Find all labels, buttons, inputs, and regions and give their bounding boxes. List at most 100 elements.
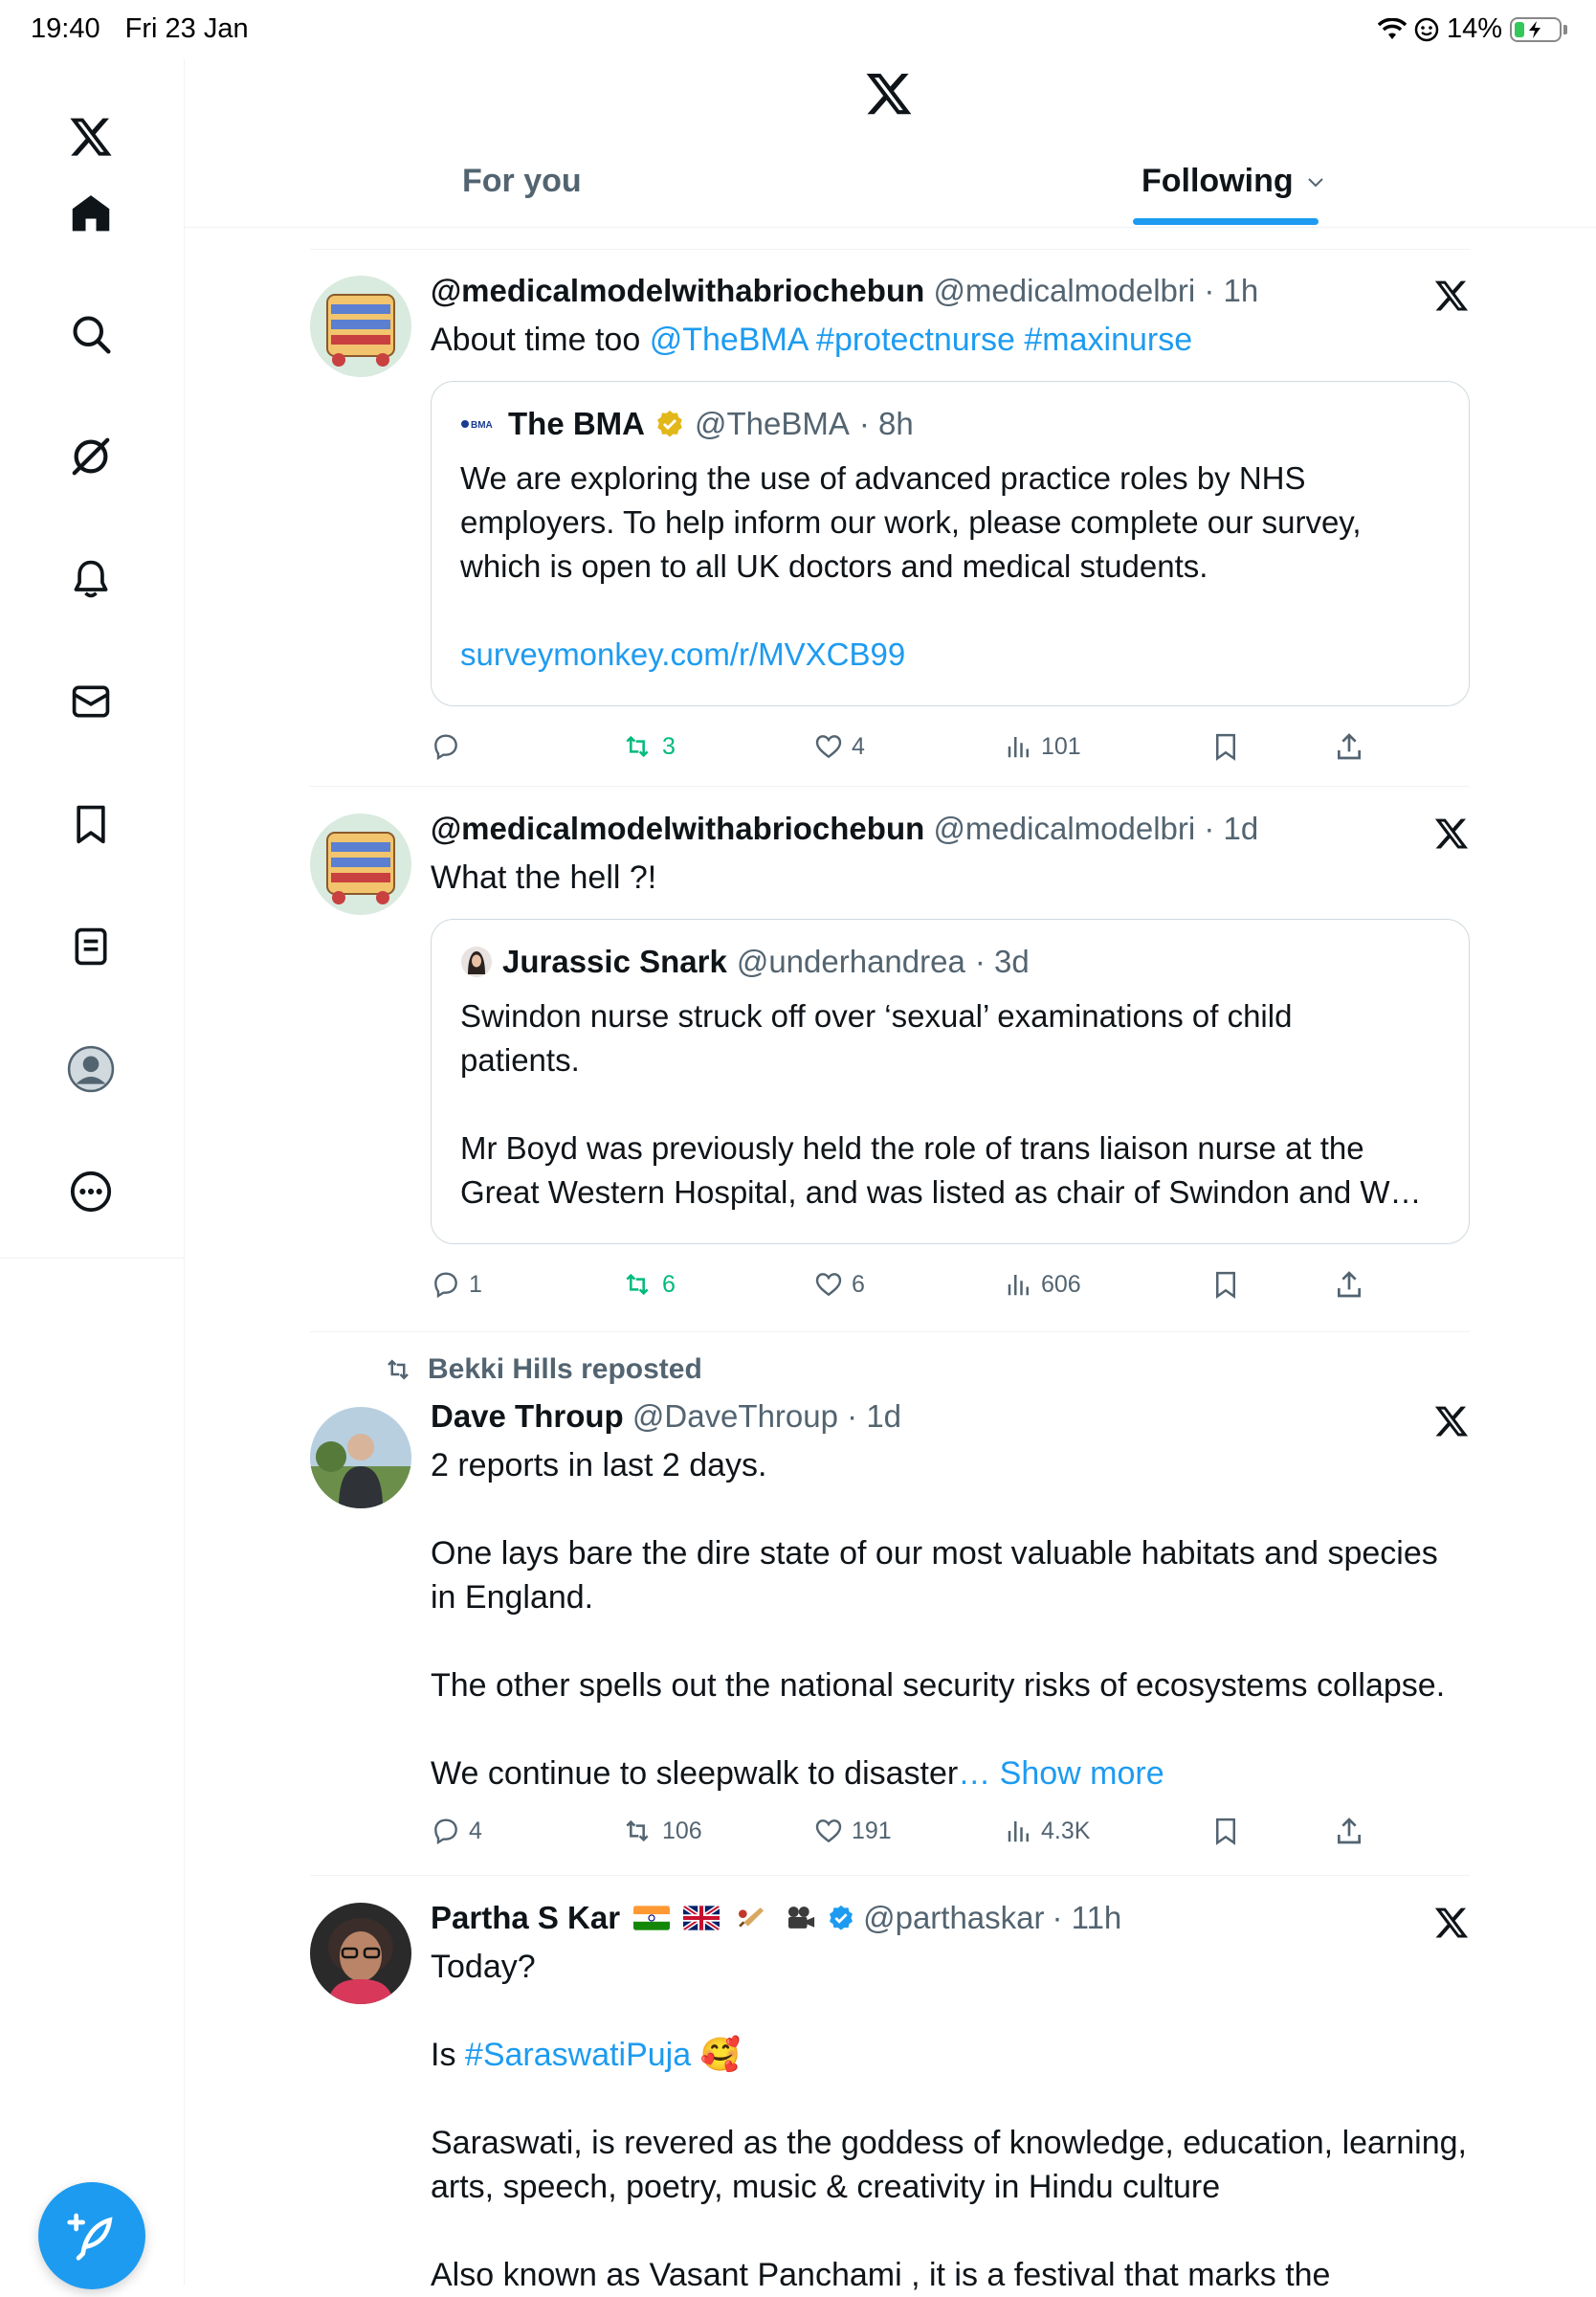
like-button[interactable]: 6 <box>813 1265 865 1304</box>
views-button[interactable]: 606 <box>1005 1265 1081 1304</box>
more-options-icon[interactable] <box>63 1164 119 1219</box>
quote-time: · 3d <box>974 944 1030 979</box>
tab-following-label: Following <box>1142 163 1294 199</box>
india-flag-icon <box>633 1906 671 1930</box>
quote-author-name: The BMA <box>508 406 645 441</box>
avatar[interactable] <box>310 814 411 915</box>
movie-camera-icon <box>788 1907 815 1929</box>
reply-button[interactable] <box>431 727 469 766</box>
bookmark-button[interactable] <box>1211 1812 1240 1850</box>
tweet-time[interactable]: · 11h <box>1053 1897 1122 1939</box>
repost-button[interactable]: 106 <box>620 1812 702 1850</box>
author-name[interactable]: @medicalmodelwithabriochebun <box>431 273 924 308</box>
bma-logo-icon: BMA <box>461 420 493 431</box>
status-bar: 19:40 Fri 23 Jan 14% <box>0 0 1596 59</box>
compose-feather-icon <box>67 2213 113 2261</box>
show-more-link[interactable]: … Show more <box>958 1755 1164 1792</box>
tweet-time[interactable]: · 1h <box>1204 273 1258 308</box>
quoted-tweet[interactable]: Jurassic Snark @underhandrea · 3d Swindo… <box>431 919 1470 1244</box>
bookmark-icon <box>1216 733 1235 761</box>
timeline-header: For you Following <box>185 59 1596 228</box>
heart-icon <box>815 1819 842 1843</box>
messages-envelope-icon[interactable] <box>63 674 119 729</box>
x-logo-icon <box>1434 1406 1469 1437</box>
repost-icon <box>626 1273 649 1296</box>
cricket-bat-icon <box>739 1907 765 1928</box>
views-button[interactable]: 101 <box>1005 727 1081 766</box>
share-button[interactable] <box>1334 1812 1364 1850</box>
like-button[interactable]: 191 <box>813 1812 892 1850</box>
repost-icon <box>626 1819 649 1842</box>
tweet-time[interactable]: · 1d <box>847 1398 901 1434</box>
x-logo-icon <box>1434 1907 1469 1938</box>
active-tab-indicator <box>1133 218 1319 225</box>
heart-icon <box>815 1273 842 1297</box>
reply-icon <box>434 1818 457 1845</box>
quote-link[interactable]: surveymonkey.com/r/MVXCB99 <box>460 633 1440 677</box>
reply-button[interactable]: 4 <box>431 1812 482 1850</box>
author-name[interactable]: @medicalmodelwithabriochebun <box>431 811 924 846</box>
quote-author-name: Jurassic Snark <box>502 944 727 979</box>
avatar[interactable] <box>310 1407 411 1508</box>
tweet-text: About time too <box>431 322 650 358</box>
tweet-text-paragraph: Saraswati, is revered as the goddess of … <box>431 2125 1467 2205</box>
x-logo-icon <box>866 73 912 115</box>
profile-avatar-icon[interactable] <box>63 1041 119 1097</box>
grok-icon[interactable] <box>63 429 119 484</box>
bookmark-button[interactable] <box>1211 1265 1240 1304</box>
battery-icon <box>1510 16 1562 42</box>
author-handle[interactable]: @parthaskar <box>863 1897 1044 1939</box>
x-logo-icon <box>1434 818 1469 849</box>
notifications-bell-icon[interactable] <box>63 551 119 607</box>
share-button[interactable] <box>1334 1265 1364 1304</box>
compose-post-button[interactable] <box>38 2182 145 2289</box>
share-icon <box>1338 733 1361 760</box>
repost-button[interactable]: 6 <box>620 1265 676 1304</box>
reply-icon <box>434 1272 457 1299</box>
status-date: Fri 23 Jan <box>124 13 249 44</box>
tweet-actions: 4 106 191 4.3K <box>431 1812 1361 1850</box>
tab-following[interactable]: Following <box>1142 163 1324 200</box>
lists-icon[interactable] <box>63 919 119 974</box>
bookmarks-icon[interactable] <box>63 796 119 852</box>
quote-author-handle: @underhandrea <box>736 944 965 979</box>
svg-text:BMA: BMA <box>471 420 493 431</box>
tweet-links[interactable]: @TheBMA #protectnurse #maxinurse <box>650 322 1192 358</box>
avatar[interactable] <box>310 1903 411 2004</box>
bookmark-button[interactable] <box>1211 727 1240 766</box>
avatar[interactable] <box>310 276 411 377</box>
home-icon[interactable] <box>63 186 119 241</box>
quoted-tweet[interactable]: BMA The BMA @TheBMA · 8h We are explorin… <box>431 381 1470 706</box>
status-time: 19:40 <box>31 13 100 44</box>
heart-icon <box>815 735 842 759</box>
repost-icon <box>626 735 649 758</box>
author-handle[interactable]: @DaveThroup <box>632 1398 838 1434</box>
tab-for-you[interactable]: For you <box>462 163 582 200</box>
share-icon <box>1338 1271 1361 1298</box>
author-name[interactable]: Partha S Kar <box>431 1897 620 1939</box>
search-icon[interactable] <box>63 306 119 362</box>
share-button[interactable] <box>1334 727 1364 766</box>
bookmark-icon <box>1216 1271 1235 1299</box>
tweet-text: 2 reports in last 2 days. One lays bare … <box>431 1447 1446 1792</box>
battery-percent: 14% <box>1446 13 1502 44</box>
views-chart-icon <box>1008 1275 1029 1296</box>
views-button[interactable]: 4.3K <box>1005 1812 1090 1850</box>
uk-flag-icon <box>683 1906 720 1930</box>
tweet-actions: 1 6 6 606 <box>431 1265 1361 1304</box>
blue-verified-badge-icon <box>830 1905 853 1930</box>
author-name[interactable]: Dave Throup <box>431 1398 624 1434</box>
author-handle[interactable]: @medicalmodelbri <box>933 273 1195 308</box>
x-logo-icon[interactable] <box>63 109 119 165</box>
hashtag-link[interactable]: #SaraswatiPuja <box>465 2037 691 2073</box>
tweet-time[interactable]: · 1d <box>1204 811 1258 846</box>
gold-verified-badge-icon <box>657 411 682 437</box>
repost-button[interactable]: 3 <box>620 727 676 766</box>
sidebar <box>0 59 185 2289</box>
author-handle[interactable]: @medicalmodelbri <box>933 811 1195 846</box>
reply-button[interactable]: 1 <box>431 1265 482 1304</box>
views-chart-icon <box>1008 737 1029 758</box>
like-button[interactable]: 4 <box>813 727 865 766</box>
chevron-down-icon <box>1307 177 1323 187</box>
repost-attribution[interactable]: Bekki Hills reposted <box>382 1353 702 1386</box>
